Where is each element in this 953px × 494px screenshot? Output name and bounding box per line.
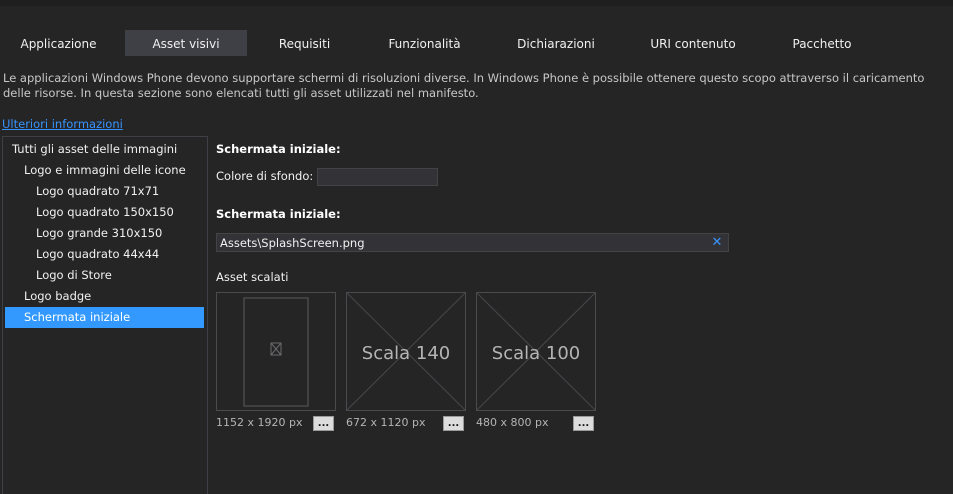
tab-applicazione[interactable]: Applicazione [0,30,117,56]
tree-item-square-150[interactable]: Logo quadrato 150x150 [3,202,205,223]
tab-dichiarazioni[interactable]: Dichiarazioni [487,30,625,56]
tab-funzionalita[interactable]: Funzionalità [362,30,487,56]
scaled-asset-tile[interactable]: Scala 100 [476,292,596,411]
portrait-placeholder-icon [243,297,309,407]
window-title-strip [0,0,953,6]
splash-path-input[interactable] [216,233,729,252]
tree-item-store-logo[interactable]: Logo di Store [3,265,205,286]
browse-button[interactable]: ... [573,416,594,431]
tab-pacchetto[interactable]: Pacchetto [761,30,883,56]
tree-item-badge-logo[interactable]: Logo badge [3,286,205,307]
tab-bar: Applicazione Asset visivi Requisiti Funz… [0,30,953,56]
tab-uri-contenuto[interactable]: URI contenuto [625,30,761,56]
tree-item-all-assets[interactable]: Tutti gli asset delle immagini [3,139,205,160]
section-description: Le applicazioni Windows Phone devono sup… [3,71,925,100]
splash-heading: Schermata iniziale: [216,142,341,156]
browse-button[interactable]: ... [443,416,464,431]
tab-asset-visivi[interactable]: Asset visivi [125,30,247,56]
tree-item-wide-310[interactable]: Logo grande 310x150 [3,223,205,244]
tile-scale-label: Scala 100 [491,343,581,364]
tab-requisiti[interactable]: Requisiti [247,30,362,56]
more-info-link[interactable]: Ulteriori informazioni [2,117,123,131]
tree-item-square-71[interactable]: Logo quadrato 71x71 [3,181,205,202]
tree-item-splash-screen[interactable]: Schermata iniziale [5,307,204,328]
bg-color-picker[interactable] [317,168,438,186]
tile-scale-label: Scala 140 [361,343,451,364]
tile-size-label: 672 x 1120 px [346,416,426,429]
scaled-asset-tile[interactable] [216,292,336,411]
tree-item-square-44[interactable]: Logo quadrato 44x44 [3,244,205,265]
bg-color-label: Colore di sfondo: [216,169,314,183]
asset-tree: Tutti gli asset delle immagini Logo e im… [2,136,208,494]
browse-button[interactable]: ... [313,416,334,431]
scaled-asset-tile[interactable]: Scala 140 [346,292,466,411]
close-icon[interactable]: ✕ [709,233,725,252]
tile-size-label: 1152 x 1920 px [216,416,303,429]
scaled-assets-label: Asset scalati [216,270,289,284]
tile-size-label: 480 x 800 px [476,416,549,429]
tree-item-logo-icons[interactable]: Logo e immagini delle icone [3,160,205,181]
splash-image-heading: Schermata iniziale: [216,207,341,221]
